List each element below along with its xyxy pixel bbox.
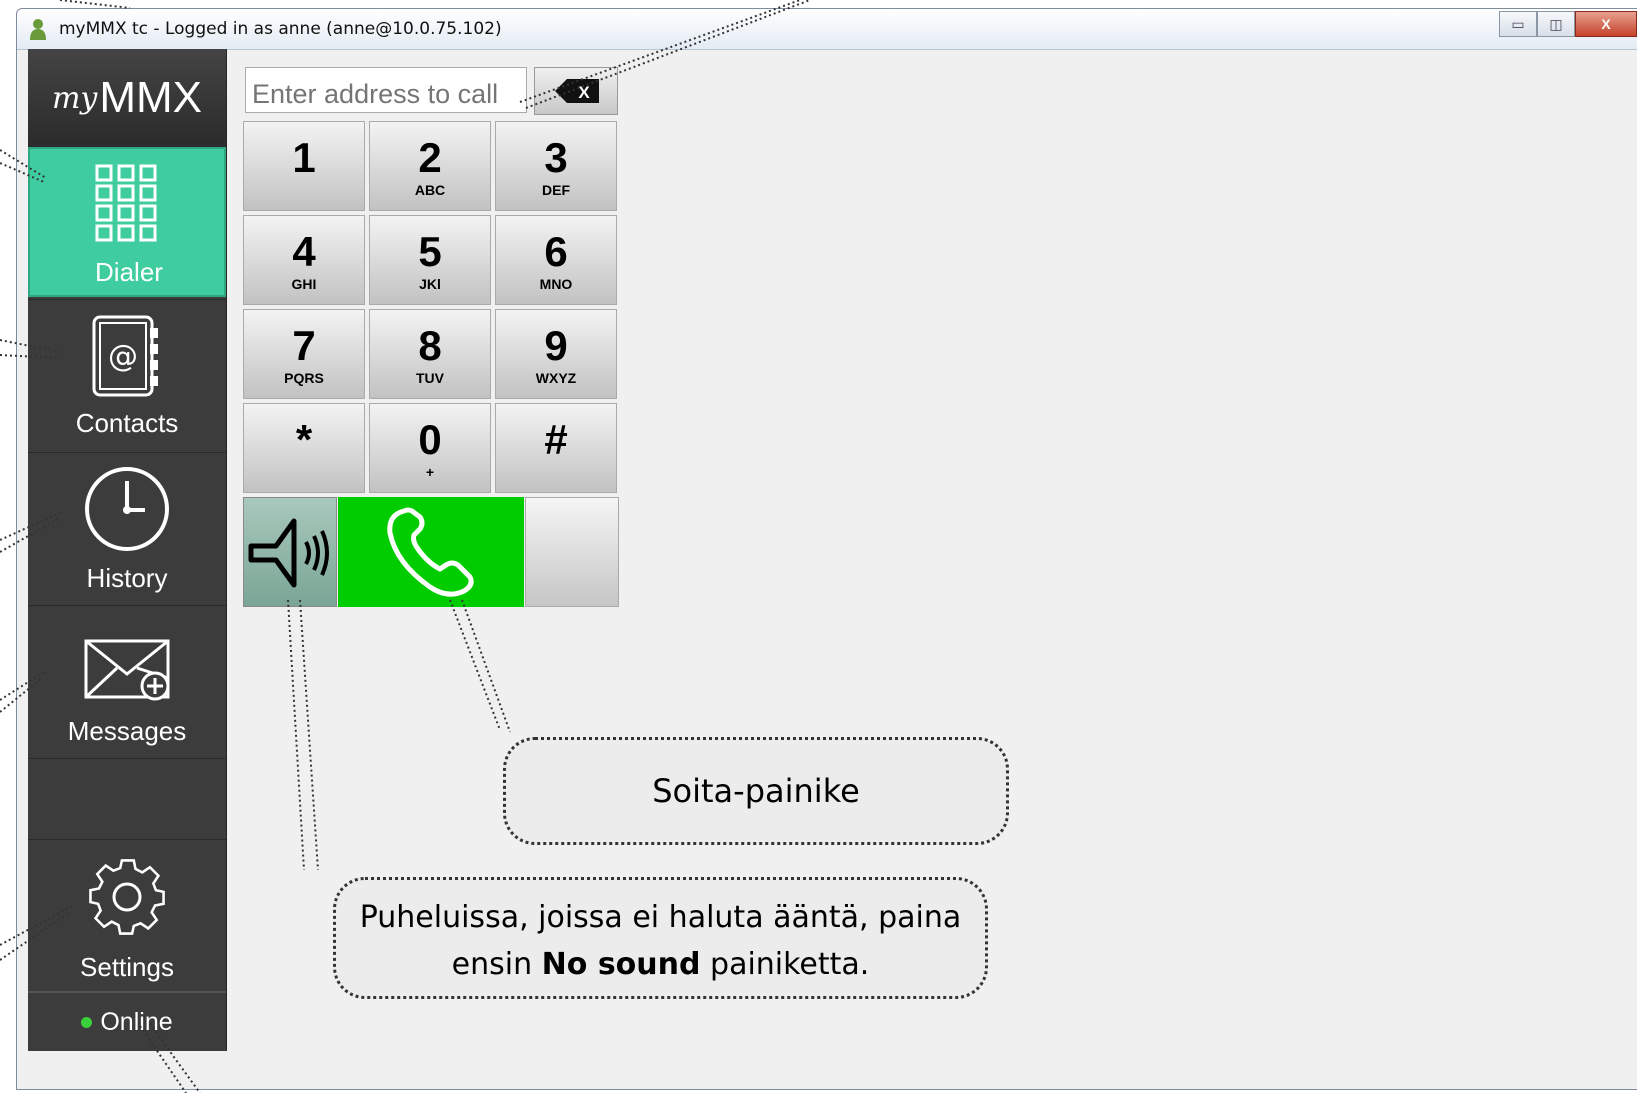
annotation-leaders bbox=[0, 0, 811, 1093]
